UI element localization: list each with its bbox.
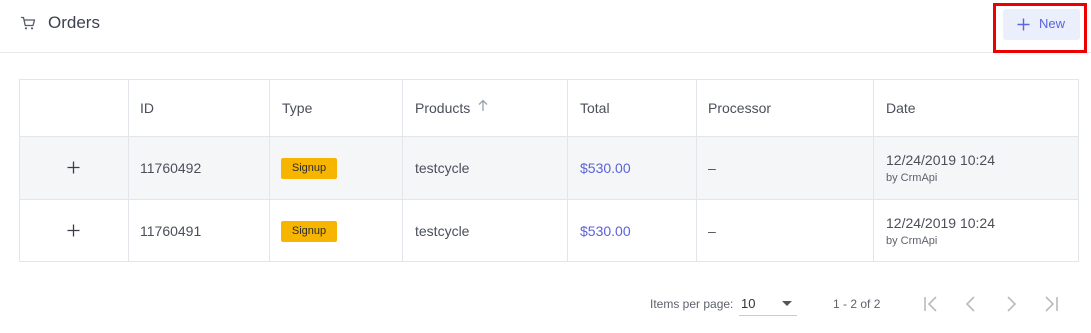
- expand-row-icon[interactable]: [67, 224, 80, 237]
- column-divider: [873, 80, 874, 261]
- previous-page-icon[interactable]: [960, 293, 982, 315]
- processor-value: –: [708, 223, 716, 239]
- next-page-icon[interactable]: [1000, 293, 1022, 315]
- column-header-processor[interactable]: Processor: [708, 100, 771, 116]
- page-header: Orders: [0, 0, 1091, 53]
- column-divider: [567, 80, 568, 261]
- product-name: testcycle: [415, 223, 470, 239]
- pagination-range: 1 - 2 of 2: [833, 297, 881, 311]
- expand-row-icon[interactable]: [67, 161, 80, 174]
- column-header-date[interactable]: Date: [886, 100, 916, 116]
- plus-icon: [1017, 18, 1030, 31]
- order-id: 11760492: [140, 160, 202, 176]
- table-row[interactable]: 11760492 Signup testcycle $530.00 – 12/2…: [20, 136, 1078, 199]
- column-header-id[interactable]: ID: [140, 100, 154, 116]
- column-divider: [402, 80, 403, 261]
- items-per-page-value: 10: [741, 296, 756, 311]
- column-divider: [128, 80, 129, 261]
- order-date: 12/24/2019 10:24: [886, 152, 995, 168]
- order-total[interactable]: $530.00: [580, 223, 631, 239]
- order-created-by: by CrmApi: [886, 235, 938, 247]
- items-per-page-select[interactable]: 10: [739, 291, 797, 316]
- column-divider: [696, 80, 697, 261]
- column-divider: [269, 80, 270, 261]
- items-per-page-label: Items per page:: [650, 297, 734, 311]
- new-order-button[interactable]: New: [1003, 9, 1080, 40]
- column-header-total[interactable]: Total: [580, 100, 610, 116]
- table-header-row: ID Type Products Total Processor Date: [20, 80, 1078, 136]
- first-page-icon[interactable]: [920, 293, 942, 315]
- page-title: Orders: [48, 13, 100, 32]
- type-badge: Signup: [281, 158, 337, 179]
- processor-value: –: [708, 160, 716, 176]
- table-row[interactable]: 11760491 Signup testcycle $530.00 – 12/2…: [20, 199, 1078, 261]
- column-header-type[interactable]: Type: [282, 100, 312, 116]
- sort-ascending-icon[interactable]: [478, 99, 488, 112]
- last-page-icon[interactable]: [1040, 293, 1062, 315]
- product-name: testcycle: [415, 160, 470, 176]
- order-total[interactable]: $530.00: [580, 160, 631, 176]
- cart-icon: [21, 16, 36, 30]
- dropdown-arrow-icon: [782, 301, 792, 306]
- order-date: 12/24/2019 10:24: [886, 215, 995, 231]
- orders-table: ID Type Products Total Processor Date 11…: [19, 79, 1079, 262]
- order-created-by: by CrmApi: [886, 172, 938, 184]
- column-header-products[interactable]: Products: [415, 100, 470, 116]
- type-badge: Signup: [281, 221, 337, 242]
- order-id: 11760491: [140, 223, 202, 239]
- new-button-label: New: [1039, 16, 1066, 31]
